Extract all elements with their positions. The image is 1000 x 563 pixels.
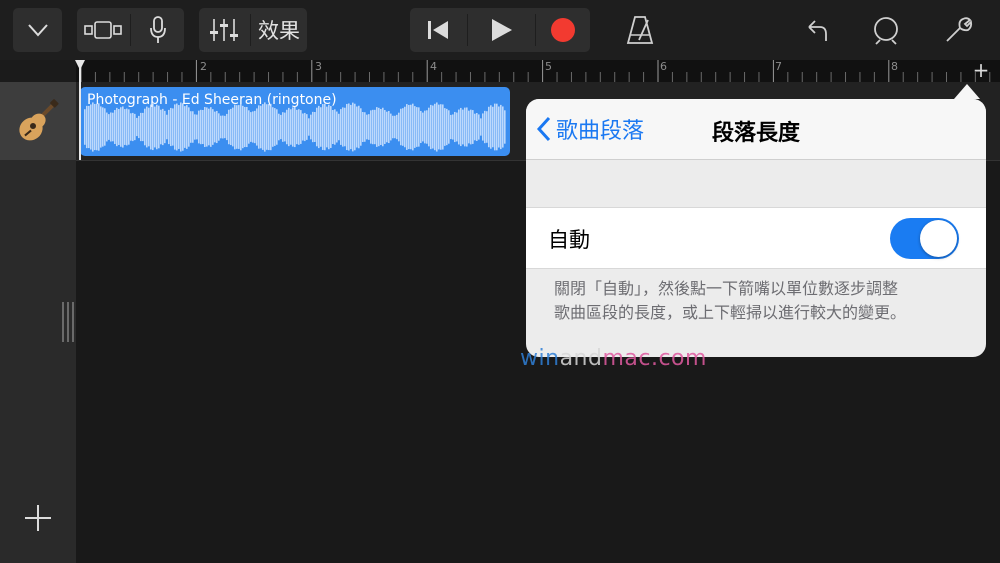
microphone-icon: [149, 16, 166, 43]
add-section-button[interactable]: +: [970, 60, 992, 80]
ruler-ticks: [80, 60, 991, 82]
transport-group: [410, 8, 590, 52]
mixer-button[interactable]: [199, 8, 249, 52]
play-button[interactable]: [468, 8, 534, 52]
rewind-button[interactable]: [410, 8, 466, 52]
acoustic-guitar-icon: [19, 99, 59, 141]
ruler-marker: 8: [891, 60, 898, 73]
my-songs-button[interactable]: [13, 8, 62, 52]
back-button[interactable]: 歌曲段落: [536, 113, 644, 145]
loop-icon: [874, 17, 898, 45]
top-toolbar: 效果: [0, 0, 1000, 60]
footer-line-1: 關閉「自動」，然後點一下箭嘴以單位數逐步調整: [554, 279, 899, 298]
popover-nav-bar: 歌曲段落 段落長度: [526, 99, 986, 160]
ruler-marker: 2: [200, 60, 207, 73]
watermark-part-3: mac.com: [602, 346, 707, 371]
playhead-handle[interactable]: [75, 60, 85, 70]
footer-line-2: 歌曲區段的長度，或上下輕掃以進行較大的變更。: [554, 303, 907, 322]
watermark-part-1: win: [520, 346, 560, 371]
popover-title: 段落長度: [711, 121, 800, 146]
watermark-part-2: and: [559, 346, 603, 371]
plus-icon: [25, 505, 51, 531]
metronome-icon: [626, 16, 654, 44]
undo-icon: [808, 20, 827, 41]
fx-label: 效果: [258, 19, 300, 43]
view-toggle-button[interactable]: [77, 8, 129, 52]
auto-row: 自動: [526, 207, 986, 269]
play-icon: [492, 19, 512, 41]
mic-button[interactable]: [131, 8, 184, 52]
loop-browser-button[interactable]: [866, 10, 906, 50]
metronome-button[interactable]: [620, 10, 660, 50]
mixer-sliders-icon: [210, 19, 238, 41]
section-length-popover: 歌曲段落 段落長度 自動 關閉「自動」，然後點一下箭嘴以單位數逐步調整 歌曲區段…: [526, 99, 986, 357]
chevron-down-icon: [27, 24, 48, 37]
fx-button[interactable]: 效果: [251, 8, 307, 52]
tracks-view-icon: [84, 21, 122, 39]
popover-arrow: [954, 84, 980, 99]
ruler-marker: 7: [775, 60, 782, 73]
chevron-left-icon: [536, 116, 551, 142]
toggle-knob: [920, 220, 957, 257]
settings-button[interactable]: [938, 10, 978, 50]
mixer-fx-group: 效果: [199, 8, 307, 52]
watermark: winandmac.com: [520, 346, 707, 371]
undo-button[interactable]: [798, 12, 836, 48]
timeline-ruler[interactable]: 2 3 4 5 6 7 8: [76, 60, 1000, 82]
ruler-marker: 4: [430, 60, 437, 73]
waveform: [84, 102, 506, 152]
ruler-marker: 5: [545, 60, 552, 73]
ruler-marker: 6: [660, 60, 667, 73]
record-icon: [551, 18, 575, 42]
playhead[interactable]: [79, 60, 81, 160]
view-record-group: [77, 8, 184, 52]
popover-footer-text: 關閉「自動」，然後點一下箭嘴以單位數逐步調整 歌曲區段的長度，或上下輕掃以進行較…: [554, 277, 966, 325]
ruler-marker: 3: [315, 60, 322, 73]
auto-toggle[interactable]: [890, 218, 959, 259]
track-header[interactable]: [0, 82, 76, 160]
auto-label: 自動: [548, 228, 590, 252]
go-to-start-icon: [428, 21, 448, 39]
add-track-button[interactable]: [22, 502, 54, 534]
track-resize-handle[interactable]: [62, 302, 74, 342]
wrench-icon: [946, 17, 973, 42]
back-label: 歌曲段落: [556, 119, 645, 144]
audio-region[interactable]: Photograph - Ed Sheeran (ringtone): [80, 87, 510, 156]
record-button[interactable]: [536, 8, 590, 52]
